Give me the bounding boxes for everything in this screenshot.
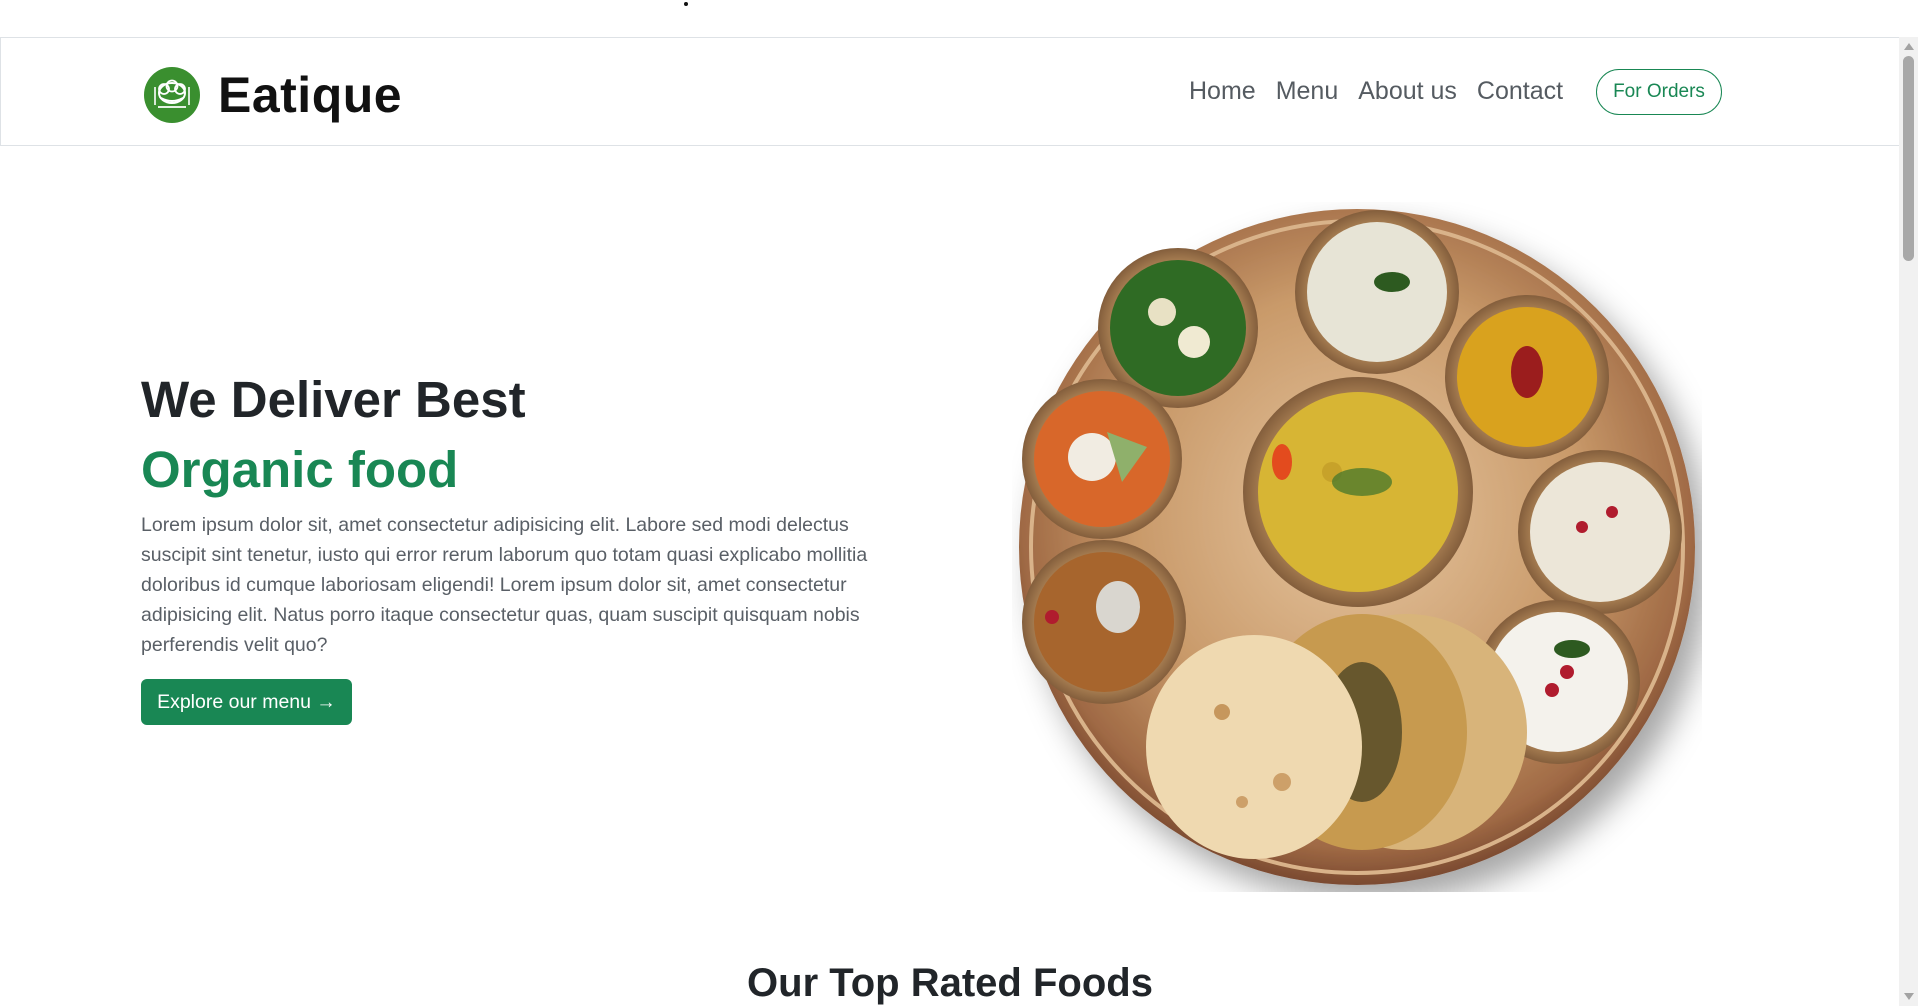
navbar: Eatique Home Menu About us Contact For O… xyxy=(0,37,1899,146)
cursor-dot xyxy=(684,2,688,6)
for-orders-button[interactable]: For Orders xyxy=(1596,69,1722,115)
scroll-thumb[interactable] xyxy=(1903,56,1914,261)
top-rated-title: Our Top Rated Foods xyxy=(747,961,1153,1005)
nav-menu[interactable]: Menu xyxy=(1276,77,1339,106)
brand-name: Eatique xyxy=(218,67,403,123)
thali-plate-image xyxy=(1012,202,1702,892)
nav-home[interactable]: Home xyxy=(1189,77,1256,106)
page: Eatique Home Menu About us Contact For O… xyxy=(0,0,1918,1006)
scroll-up-arrow-icon[interactable] xyxy=(1904,43,1914,50)
hero-description: Lorem ipsum dolor sit, amet consectetur … xyxy=(141,514,868,656)
hero-title: We Deliver Best xyxy=(141,371,526,428)
scroll-down-arrow-icon[interactable] xyxy=(1904,993,1914,1000)
brand-link[interactable]: Eatique xyxy=(144,66,402,124)
hero-subtitle: Organic food xyxy=(141,441,459,498)
nav-links: Home Menu About us Contact xyxy=(1189,68,1583,114)
vertical-scrollbar[interactable] xyxy=(1899,37,1918,1006)
nav-about-us[interactable]: About us xyxy=(1358,77,1457,106)
nav-contact[interactable]: Contact xyxy=(1477,77,1563,106)
chef-hat-icon xyxy=(144,67,200,123)
explore-menu-button[interactable]: Explore our menu → xyxy=(141,679,352,725)
